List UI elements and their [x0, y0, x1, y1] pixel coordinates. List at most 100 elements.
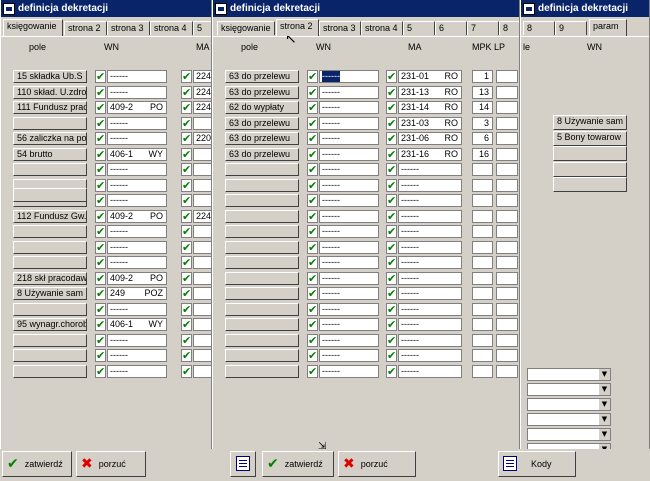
pole-button[interactable] — [225, 256, 299, 269]
wn-account-field[interactable]: ------ — [107, 116, 167, 130]
pole-button[interactable]: 111 Fundusz prac — [13, 101, 87, 114]
pole-button[interactable]: 62 do wypłaty — [225, 101, 299, 114]
ma-check[interactable]: ✔ — [181, 101, 192, 114]
ma-check[interactable]: ✔ — [181, 333, 192, 347]
ma-account-field[interactable]: 231-13 RO — [398, 85, 462, 99]
ma-check[interactable]: ✔ — [181, 178, 192, 192]
pole-button[interactable]: 112 Fundusz Gw. — [13, 209, 87, 223]
wn-check[interactable]: ✔ — [95, 209, 106, 223]
ma-check[interactable]: ✔ — [386, 101, 397, 114]
mpk-field[interactable]: 13 — [472, 85, 493, 99]
pole-button[interactable] — [13, 364, 87, 378]
ma-check[interactable]: ✔ — [386, 364, 397, 378]
tab-strona-4[interactable]: strona 4 — [361, 21, 403, 35]
chevron-down-icon[interactable]: ▼ — [598, 399, 610, 410]
tab-8[interactable]: 8 — [499, 21, 519, 35]
mpk-field[interactable] — [472, 318, 493, 331]
ma-account-field[interactable]: 224- — [193, 101, 211, 114]
ma-check[interactable]: ✔ — [386, 163, 397, 176]
lp-field[interactable] — [496, 225, 518, 238]
wn-account-field[interactable]: 409-2 PO — [107, 271, 167, 285]
wn-account-field[interactable]: ------ — [107, 194, 167, 207]
ma-account-field[interactable]: 231-16 RO — [398, 147, 462, 161]
wn-check[interactable]: ✔ — [95, 194, 106, 207]
ma-check[interactable]: ✔ — [386, 287, 397, 300]
param-item-button[interactable] — [553, 146, 627, 161]
mpk-field[interactable] — [472, 178, 493, 192]
ma-account-field[interactable] — [193, 116, 211, 130]
ma-check[interactable]: ✔ — [181, 209, 192, 223]
ma-check[interactable]: ✔ — [181, 163, 192, 176]
ma-account-field[interactable]: ------ — [398, 302, 462, 316]
wn-check[interactable]: ✔ — [95, 70, 106, 83]
lp-field[interactable] — [496, 194, 518, 207]
ma-check[interactable]: ✔ — [386, 225, 397, 238]
pole-button[interactable] — [13, 256, 87, 269]
wn-check[interactable]: ✔ — [95, 318, 106, 331]
chevron-down-icon[interactable]: ▼ — [598, 429, 610, 440]
lp-field[interactable] — [496, 364, 518, 378]
wn-account-field[interactable]: 406-1 WY — [107, 147, 167, 161]
mpk-field[interactable]: 16 — [472, 147, 493, 161]
lp-field[interactable] — [496, 116, 518, 130]
lp-field[interactable] — [496, 70, 518, 83]
wn-account-field[interactable]: ------ — [107, 70, 167, 83]
mpk-field[interactable] — [472, 364, 493, 378]
wn-check[interactable]: ✔ — [95, 349, 106, 362]
ma-check[interactable]: ✔ — [386, 116, 397, 130]
ma-account-field[interactable] — [193, 349, 211, 362]
wn-account-field[interactable]: ------ — [107, 225, 167, 238]
chevron-down-icon[interactable]: ▼ — [598, 384, 610, 395]
mpk-field[interactable]: 14 — [472, 101, 493, 114]
kody-button[interactable]: Kody — [498, 451, 576, 477]
wn-account-field[interactable]: ------ — [107, 178, 167, 192]
pole-button[interactable]: 54 brutto — [13, 147, 87, 161]
ma-check[interactable]: ✔ — [181, 194, 192, 207]
lp-field[interactable] — [496, 101, 518, 114]
wn-account-field[interactable]: ------ — [319, 302, 379, 316]
ma-check[interactable]: ✔ — [181, 147, 192, 161]
wn-account-field[interactable]: ------ — [319, 85, 379, 99]
ma-check[interactable]: ✔ — [386, 85, 397, 99]
ma-check[interactable]: ✔ — [181, 271, 192, 285]
ma-account-field[interactable] — [193, 364, 211, 378]
wn-account-field[interactable]: ------ — [319, 364, 379, 378]
param-item-button[interactable]: 5 Bony towarow — [553, 130, 627, 146]
wn-account-field[interactable]: 406-1 WY — [107, 318, 167, 331]
tab-5[interactable]: 5 — [193, 21, 211, 35]
wn-check[interactable]: ✔ — [95, 225, 106, 238]
pole-button[interactable] — [225, 225, 299, 238]
ma-account-field[interactable]: ------ — [398, 318, 462, 331]
wn-check[interactable]: ✔ — [307, 333, 318, 347]
wn-account-field[interactable]: ------ — [319, 349, 379, 362]
wn-check[interactable]: ✔ — [95, 85, 106, 99]
mpk-field[interactable] — [472, 287, 493, 300]
mpk-field[interactable] — [472, 349, 493, 362]
wn-account-field[interactable]: ------ — [319, 194, 379, 207]
wn-check[interactable]: ✔ — [95, 302, 106, 316]
ma-account-field[interactable]: 224- — [193, 209, 211, 223]
wn-account-field[interactable]: ------ — [319, 178, 379, 192]
wn-check[interactable]: ✔ — [307, 209, 318, 223]
wn-check[interactable]: ✔ — [95, 240, 106, 254]
wn-check[interactable]: ✔ — [95, 163, 106, 176]
param-combo[interactable]: ▼ — [527, 398, 611, 411]
lp-field[interactable] — [496, 256, 518, 269]
wn-account-field[interactable]: ------ — [319, 240, 379, 254]
wn-check[interactable]: ✔ — [307, 302, 318, 316]
tab-strona-2[interactable]: strona 2 — [276, 19, 319, 36]
tab-strona-2[interactable]: strona 2 — [64, 21, 107, 35]
ma-check[interactable]: ✔ — [386, 70, 397, 83]
wn-check[interactable]: ✔ — [307, 70, 318, 83]
ma-account-field[interactable]: ------ — [398, 163, 462, 176]
lp-field[interactable] — [496, 163, 518, 176]
mpk-field[interactable]: 3 — [472, 116, 493, 130]
wn-check[interactable]: ✔ — [307, 271, 318, 285]
tab-param[interactable]: param — [589, 19, 627, 36]
ma-account-field[interactable]: 231-14 RO — [398, 101, 462, 114]
wn-check[interactable]: ✔ — [95, 271, 106, 285]
wn-check[interactable]: ✔ — [307, 287, 318, 300]
wn-account-field[interactable]: ------ — [319, 287, 379, 300]
tab-strona-4[interactable]: strona 4 — [150, 21, 193, 35]
ma-check[interactable]: ✔ — [181, 287, 192, 300]
